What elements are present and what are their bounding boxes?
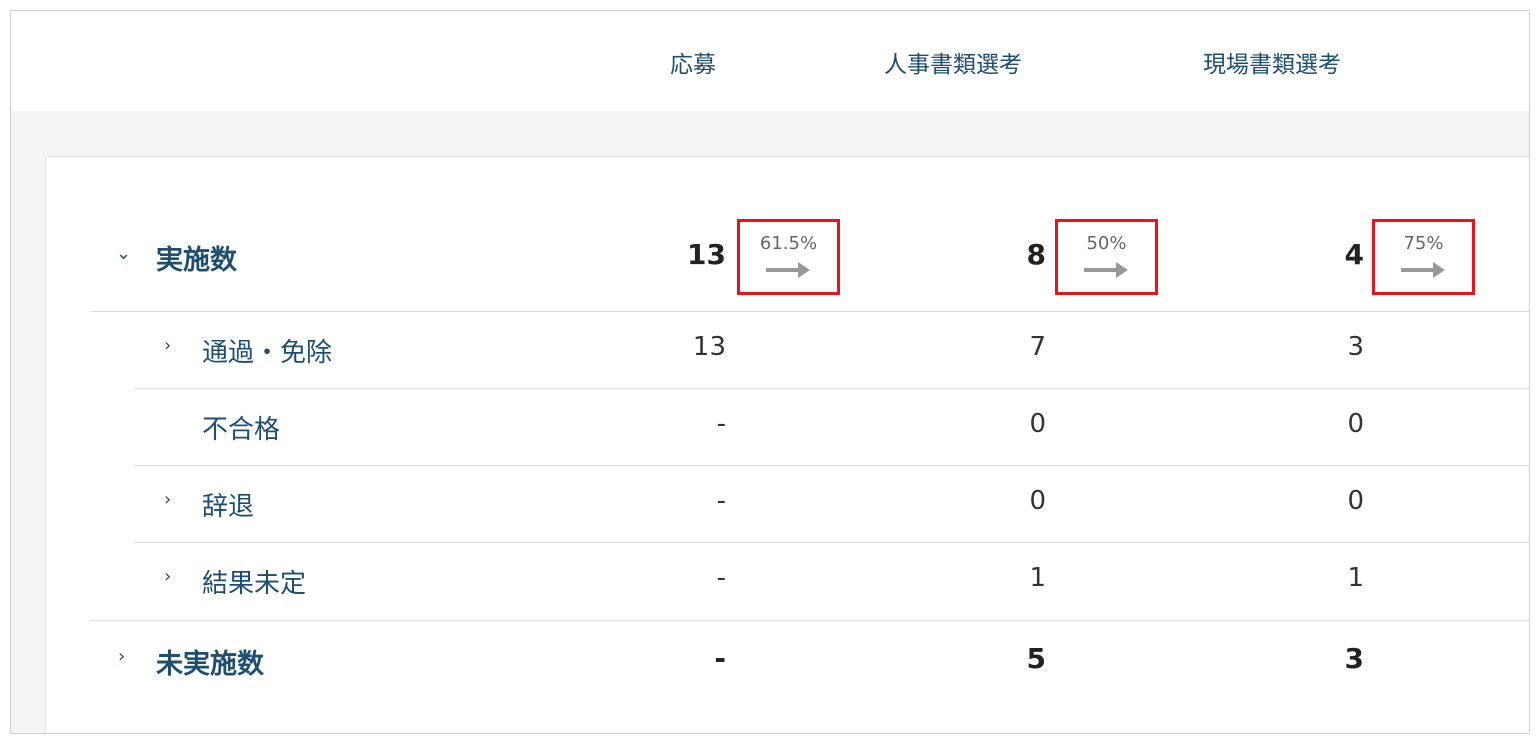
cell-pending-hr-screening: 1 [1029, 563, 1046, 593]
cell-failed-hr-screening: 0 [1029, 409, 1046, 439]
chevron-right-icon[interactable]: › [164, 335, 171, 356]
cell-not-implemented-site-screening: 3 [1344, 642, 1364, 675]
cell-passed-application: 13 [692, 332, 726, 362]
table-row-failed: 不合格 - 0 0 [46, 389, 1529, 465]
row-label-failed: 不合格 [202, 415, 281, 445]
column-header-site-document-screening: 現場書類選考 [1203, 52, 1341, 78]
arrow-right-icon [1401, 262, 1445, 278]
cell-failed-application: - [716, 409, 726, 439]
chevron-down-icon[interactable]: ⌄ [116, 243, 131, 264]
arrow-right-icon [766, 262, 810, 278]
table-row-implemented[interactable]: ⌄ 実施数 13 8 4 61.5% 50% 75% [46, 219, 1529, 295]
arrow-right-icon [1084, 262, 1128, 278]
row-label-passed: 通過・免除 [202, 338, 333, 368]
cell-implemented-hr-screening: 8 [1026, 238, 1046, 271]
cell-pending-site-screening: 1 [1347, 563, 1364, 593]
table-row-passed[interactable]: › 通過・免除 13 7 3 [46, 312, 1529, 388]
table-row-declined[interactable]: › 辞退 - 0 0 [46, 466, 1529, 542]
column-header-application: 応募 [670, 52, 716, 78]
conversion-rate-highlight-3: 75% [1372, 219, 1475, 295]
conversion-rate-2: 50% [1086, 233, 1127, 254]
cell-passed-site-screening: 3 [1347, 332, 1364, 362]
funnel-report-frame: 応募 人事書類選考 現場書類選考 ⌄ 実施数 13 8 4 61.5% 50% [10, 10, 1530, 734]
column-header-bar: 応募 人事書類選考 現場書類選考 [11, 11, 1529, 111]
table-row-pending[interactable]: › 結果未定 - 1 1 [46, 543, 1529, 619]
cell-not-implemented-hr-screening: 5 [1026, 642, 1046, 675]
conversion-rate-1: 61.5% [759, 233, 818, 254]
row-label-pending: 結果未定 [202, 569, 307, 599]
cell-implemented-application: 13 [687, 238, 726, 271]
funnel-table-panel: ⌄ 実施数 13 8 4 61.5% 50% 75% › 通過・免除 13 7 … [45, 156, 1529, 733]
row-label-implemented: 実施数 [156, 245, 237, 276]
cell-implemented-site-screening: 4 [1344, 238, 1364, 271]
column-header-hr-document-screening: 人事書類選考 [884, 52, 1022, 78]
chevron-right-icon[interactable]: › [118, 646, 125, 667]
conversion-rate-3: 75% [1403, 233, 1444, 254]
table-row-not-implemented[interactable]: › 未実施数 - 5 3 [46, 621, 1529, 697]
cell-failed-site-screening: 0 [1347, 409, 1364, 439]
row-label-not-implemented: 未実施数 [156, 649, 264, 680]
cell-declined-site-screening: 0 [1347, 486, 1364, 516]
cell-declined-hr-screening: 0 [1029, 486, 1046, 516]
row-label-declined: 辞退 [202, 492, 255, 522]
chevron-right-icon[interactable]: › [164, 566, 171, 587]
cell-declined-application: - [716, 486, 726, 516]
conversion-rate-highlight-1: 61.5% [737, 219, 840, 295]
cell-not-implemented-application: - [714, 642, 726, 675]
cell-pending-application: - [716, 563, 726, 593]
conversion-rate-highlight-2: 50% [1055, 219, 1158, 295]
cell-passed-hr-screening: 7 [1029, 332, 1046, 362]
chevron-right-icon[interactable]: › [164, 489, 171, 510]
